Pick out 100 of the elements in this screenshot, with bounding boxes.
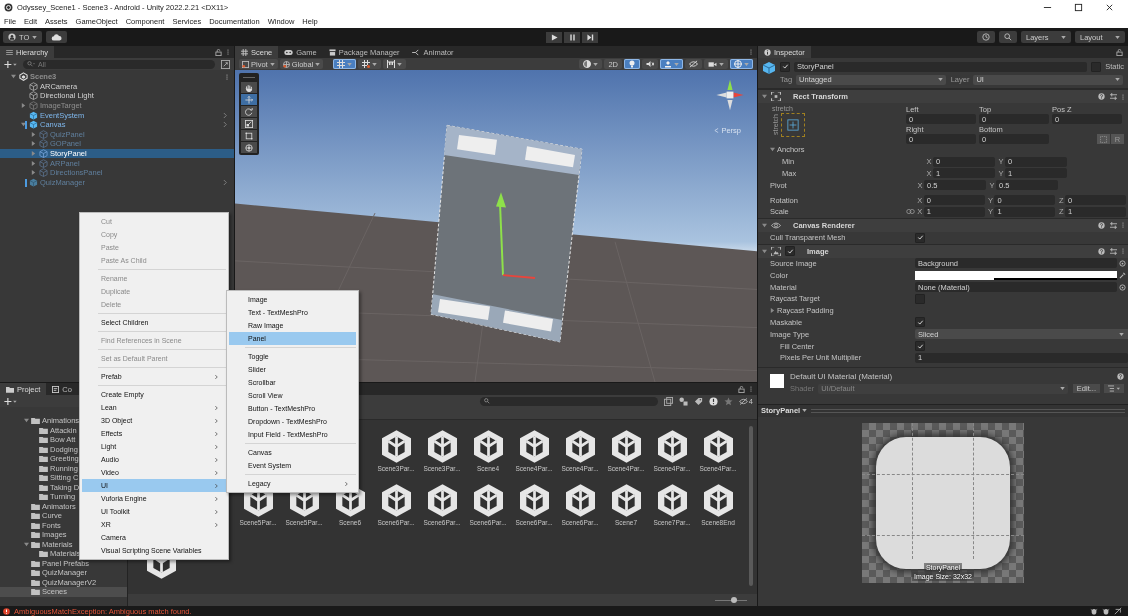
help-icon[interactable] — [1117, 373, 1124, 381]
audio-button[interactable] — [642, 59, 658, 69]
expanded-arrow-icon[interactable] — [11, 74, 16, 80]
search-icon — [1004, 33, 1012, 41]
image-icon — [771, 246, 781, 256]
tag-icon[interactable] — [693, 396, 703, 406]
lock-icon[interactable] — [738, 385, 745, 393]
presets-icon[interactable] — [1110, 93, 1117, 100]
checkbox[interactable] — [915, 232, 925, 243]
object-picker-icon[interactable] — [1119, 283, 1126, 291]
expanded-arrow-icon[interactable] — [24, 541, 29, 547]
presets-icon[interactable] — [1110, 221, 1117, 229]
effects-button[interactable] — [660, 59, 683, 69]
expanded-arrow-icon[interactable] — [762, 248, 767, 254]
bug-icon[interactable] — [1102, 607, 1110, 615]
gizmos-button[interactable] — [730, 59, 753, 69]
cube-icon — [29, 120, 38, 130]
scene-file-icon[interactable] — [703, 484, 733, 517]
help-icon[interactable] — [1098, 221, 1105, 229]
checkbox[interactable] — [785, 246, 795, 257]
visibility-button[interactable] — [685, 59, 702, 69]
hand-tool-button[interactable] — [241, 82, 257, 93]
checkbox[interactable] — [915, 341, 925, 352]
play-icon — [550, 34, 558, 41]
search-field[interactable] — [479, 396, 658, 406]
scene-file-icon[interactable] — [657, 484, 687, 517]
anchor-presets-button[interactable] — [781, 113, 805, 137]
search-button[interactable] — [999, 31, 1017, 43]
warning-icon[interactable] — [708, 396, 718, 406]
eyedropper-icon[interactable] — [1119, 271, 1126, 279]
scrollbar[interactable] — [749, 426, 753, 586]
scene-file-icon[interactable] — [427, 484, 457, 517]
history-button[interactable] — [977, 31, 995, 43]
expanded-arrow-icon[interactable] — [770, 147, 775, 153]
scene-file-icon[interactable] — [703, 430, 733, 463]
scale-tool-button[interactable] — [241, 118, 257, 129]
transform-tool-button[interactable] — [241, 142, 257, 153]
search-scope-icon[interactable] — [663, 396, 673, 406]
bug-icon[interactable] — [1090, 607, 1098, 615]
object-picker-icon[interactable] — [1119, 259, 1126, 267]
expanded-arrow-icon[interactable] — [24, 418, 29, 424]
filter-type-icon[interactable] — [678, 396, 688, 406]
camera-button[interactable] — [704, 59, 728, 69]
lock-icon[interactable] — [215, 48, 222, 56]
caret-icon — [719, 62, 724, 66]
expanded-arrow-icon[interactable] — [21, 122, 26, 128]
cloud-button[interactable] — [46, 31, 68, 43]
cube-icon — [39, 158, 48, 168]
collapsed-arrow-icon[interactable] — [21, 103, 26, 109]
lock-icon[interactable] — [1116, 48, 1123, 56]
scene-file-icon[interactable] — [427, 430, 457, 463]
checkbox[interactable] — [915, 317, 925, 328]
rect-tool-button[interactable] — [241, 130, 257, 141]
close-icon[interactable] — [1105, 2, 1114, 12]
help-icon[interactable] — [1098, 247, 1105, 255]
play-button[interactable] — [546, 32, 562, 43]
scene-file-icon[interactable] — [611, 430, 641, 463]
list-icon — [6, 49, 13, 55]
scene-file-icon[interactable] — [473, 430, 503, 463]
collapsed-arrow-icon[interactable] — [31, 170, 36, 176]
scene-file-icon[interactable] — [565, 430, 595, 463]
collapsed-arrow-icon[interactable] — [770, 308, 775, 314]
list-menu-button[interactable] — [1104, 384, 1124, 394]
expanded-arrow-icon[interactable] — [762, 94, 767, 99]
collapsed-arrow-icon[interactable] — [31, 160, 36, 166]
help-icon[interactable] — [1098, 93, 1105, 100]
add-icon[interactable] — [4, 397, 17, 405]
star-icon[interactable] — [723, 396, 733, 406]
collapsed-arrow-icon[interactable] — [31, 131, 36, 137]
caret-icon — [32, 35, 38, 39]
scene-file-icon[interactable] — [565, 484, 595, 517]
ruler-snap-button[interactable] — [383, 59, 407, 69]
scene-file-icon[interactable] — [473, 484, 503, 517]
cube-icon — [29, 81, 38, 91]
rotate-tool-button[interactable] — [241, 106, 257, 117]
maximize-icon[interactable] — [1074, 2, 1083, 12]
presets-icon[interactable] — [1110, 247, 1117, 255]
pause-button[interactable] — [564, 32, 580, 43]
grid-snap-button[interactable] — [333, 59, 357, 69]
scene-file-icon[interactable] — [519, 430, 549, 463]
shading-button[interactable] — [579, 59, 603, 69]
checkmark-icon — [781, 63, 789, 70]
collapsed-arrow-icon[interactable] — [31, 141, 36, 147]
lighting-button[interactable] — [624, 59, 640, 69]
console-icon — [52, 385, 60, 393]
scene-file-icon[interactable] — [381, 484, 411, 517]
scene-file-icon[interactable] — [611, 484, 641, 517]
checkbox[interactable] — [780, 61, 790, 72]
scene-search-icon[interactable] — [221, 59, 230, 69]
color-field[interactable] — [915, 270, 1117, 280]
step-button[interactable] — [582, 32, 598, 43]
scene-file-icon[interactable] — [657, 430, 687, 463]
increment-snap-button[interactable] — [358, 59, 382, 69]
scene-file-icon[interactable] — [519, 484, 549, 517]
expanded-arrow-icon[interactable] — [762, 222, 767, 228]
network-icon[interactable] — [1114, 607, 1122, 615]
link-icon[interactable] — [906, 209, 915, 215]
scene-file-icon[interactable] — [381, 430, 411, 463]
add-icon[interactable] — [4, 60, 17, 68]
cube-icon — [39, 149, 48, 159]
